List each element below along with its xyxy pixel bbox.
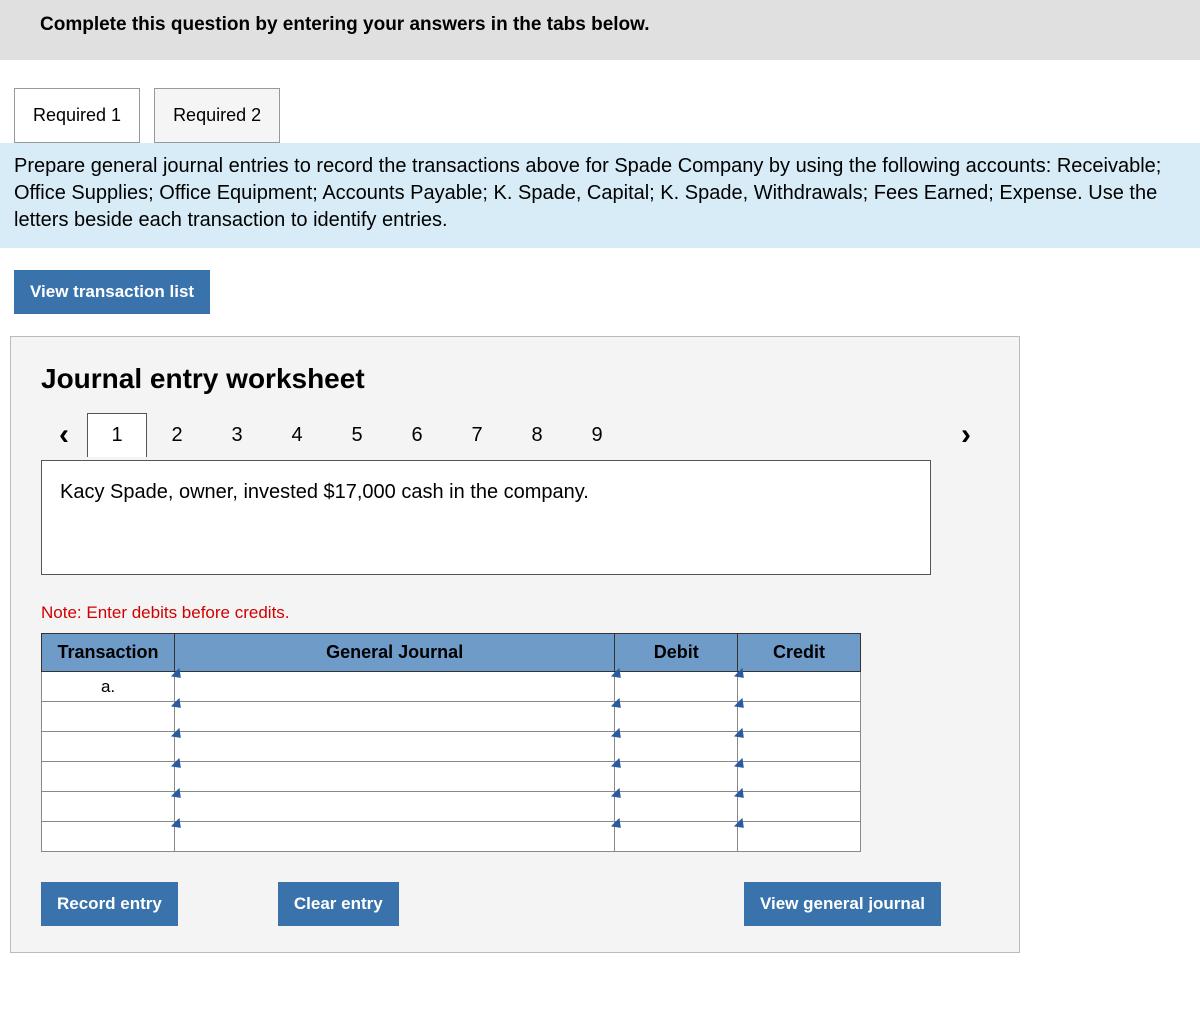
step-1[interactable]: 1 (87, 413, 147, 457)
cell-general-journal[interactable] (175, 792, 615, 822)
question-prompt: Prepare general journal entries to recor… (0, 143, 1200, 248)
cell-transaction[interactable] (42, 762, 175, 792)
step-9[interactable]: 9 (567, 414, 627, 457)
cell-general-journal[interactable] (175, 762, 615, 792)
step-5[interactable]: 5 (327, 414, 387, 457)
view-general-journal-button[interactable]: View general journal (744, 882, 941, 926)
step-nav: ‹ 1 2 3 4 5 6 7 8 9 › (41, 413, 989, 457)
cell-general-journal[interactable] (175, 672, 615, 702)
step-6[interactable]: 6 (387, 414, 447, 457)
chevron-left-icon[interactable]: ‹ (41, 418, 87, 452)
main-tabs: Required 1 Required 2 (14, 88, 1200, 143)
cell-debit[interactable] (615, 732, 738, 762)
cell-general-journal[interactable] (175, 822, 615, 852)
cell-credit[interactable] (738, 822, 861, 852)
cell-debit[interactable] (615, 672, 738, 702)
cell-credit[interactable] (738, 732, 861, 762)
col-header-general-journal: General Journal (175, 634, 615, 672)
cell-debit[interactable] (615, 762, 738, 792)
cell-credit[interactable] (738, 792, 861, 822)
step-4[interactable]: 4 (267, 414, 327, 457)
table-row (42, 732, 861, 762)
tab-required-2[interactable]: Required 2 (154, 88, 280, 143)
step-3[interactable]: 3 (207, 414, 267, 457)
view-transaction-list-button[interactable]: View transaction list (14, 270, 210, 314)
action-row: Record entry Clear entry View general jo… (41, 882, 941, 926)
cell-general-journal[interactable] (175, 702, 615, 732)
tab-required-1[interactable]: Required 1 (14, 88, 140, 143)
cell-transaction[interactable] (42, 792, 175, 822)
transaction-description: Kacy Spade, owner, invested $17,000 cash… (41, 460, 931, 575)
cell-debit[interactable] (615, 822, 738, 852)
col-header-transaction: Transaction (42, 634, 175, 672)
table-row (42, 702, 861, 732)
cell-transaction[interactable]: a. (42, 672, 175, 702)
journal-worksheet-panel: Journal entry worksheet ‹ 1 2 3 4 5 6 7 … (10, 336, 1020, 953)
cell-general-journal[interactable] (175, 732, 615, 762)
col-header-debit: Debit (615, 634, 738, 672)
step-2[interactable]: 2 (147, 414, 207, 457)
table-row (42, 792, 861, 822)
journal-table: Transaction General Journal Debit Credit… (41, 633, 861, 852)
cell-credit[interactable] (738, 702, 861, 732)
instruction-banner: Complete this question by entering your … (0, 0, 1200, 60)
record-entry-button[interactable]: Record entry (41, 882, 178, 926)
table-row: a. (42, 672, 861, 702)
cell-debit[interactable] (615, 792, 738, 822)
col-header-credit: Credit (738, 634, 861, 672)
cell-debit[interactable] (615, 702, 738, 732)
cell-credit[interactable] (738, 672, 861, 702)
chevron-right-icon[interactable]: › (943, 418, 989, 452)
cell-credit[interactable] (738, 762, 861, 792)
note-text: Note: Enter debits before credits. (41, 603, 989, 623)
cell-transaction[interactable] (42, 822, 175, 852)
cell-transaction[interactable] (42, 702, 175, 732)
journal-tbody: a. (42, 672, 861, 852)
step-7[interactable]: 7 (447, 414, 507, 457)
table-row (42, 822, 861, 852)
cell-transaction[interactable] (42, 732, 175, 762)
clear-entry-button[interactable]: Clear entry (278, 882, 399, 926)
step-8[interactable]: 8 (507, 414, 567, 457)
table-row (42, 762, 861, 792)
worksheet-title: Journal entry worksheet (41, 363, 989, 395)
